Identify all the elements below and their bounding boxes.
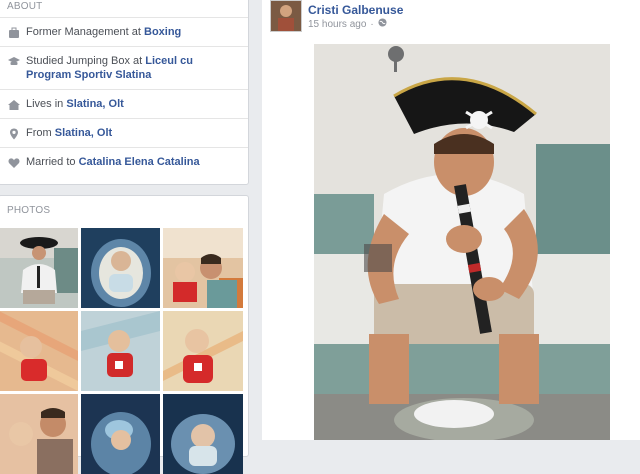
post-photo-man-pirate-hat[interactable] <box>314 44 610 440</box>
baby-on-blanket-photo[interactable] <box>0 311 78 391</box>
post-timestamp[interactable]: 15 hours ago <box>308 19 366 30</box>
about-title: ABOUT <box>7 1 43 12</box>
about-item-relationship-link[interactable]: Catalina Elena Catalina <box>79 156 200 168</box>
heart-icon <box>7 156 20 169</box>
about-list: Former Management at Boxing Studied Jump… <box>0 17 248 176</box>
baby-blue-hat-photo[interactable] <box>81 394 160 474</box>
photo-grid <box>0 228 243 474</box>
post-panel: Cristi Galbenuse 15 hours ago · <box>262 0 640 440</box>
about-item-from-text: From <box>26 127 55 139</box>
graduation-cap-icon <box>7 55 20 68</box>
baby-in-bassinet-photo[interactable] <box>81 228 160 308</box>
about-item-lives-link[interactable]: Slatina, Olt <box>66 98 123 110</box>
baby-red-shirt-photo[interactable] <box>81 311 160 391</box>
briefcase-icon <box>7 26 20 39</box>
post-author-name[interactable]: Cristi Galbenuse <box>308 3 403 17</box>
about-card: ABOUT Former Management at Boxing Studie… <box>0 0 249 185</box>
about-item-work-link[interactable]: Boxing <box>144 26 181 38</box>
author-avatar[interactable] <box>270 0 302 32</box>
about-item-lives: Lives in Slatina, Olt <box>0 89 248 118</box>
man-pirate-hat-photo[interactable] <box>0 228 78 308</box>
baby-sleeping-photo[interactable] <box>163 394 243 474</box>
about-item-education-text: Studied Jumping Box at <box>26 55 146 67</box>
baby-red-shirt-close-photo[interactable] <box>163 311 243 391</box>
house-icon <box>7 98 20 111</box>
about-item-from-link[interactable]: Slatina, Olt <box>55 127 112 139</box>
globe-icon[interactable] <box>378 18 387 30</box>
photos-card: PHOTOS <box>0 195 249 474</box>
about-item-relationship: Married to Catalina Elena Catalina <box>0 147 248 176</box>
location-pin-icon <box>7 127 20 140</box>
about-item-work: Former Management at Boxing <box>0 17 248 46</box>
about-item-lives-text: Lives in <box>26 98 67 110</box>
about-item-from: From Slatina, Olt <box>0 118 248 147</box>
photos-title: PHOTOS <box>7 205 51 216</box>
man-kissing-baby-photo[interactable] <box>163 228 243 308</box>
about-item-work-text: Former Management at <box>26 26 144 38</box>
about-item-relationship-text: Married to <box>26 156 79 168</box>
post-meta: 15 hours ago · <box>308 18 387 30</box>
baby-with-man-photo[interactable] <box>0 394 78 474</box>
about-item-education: Studied Jumping Box at Liceul cu Program… <box>0 46 248 89</box>
